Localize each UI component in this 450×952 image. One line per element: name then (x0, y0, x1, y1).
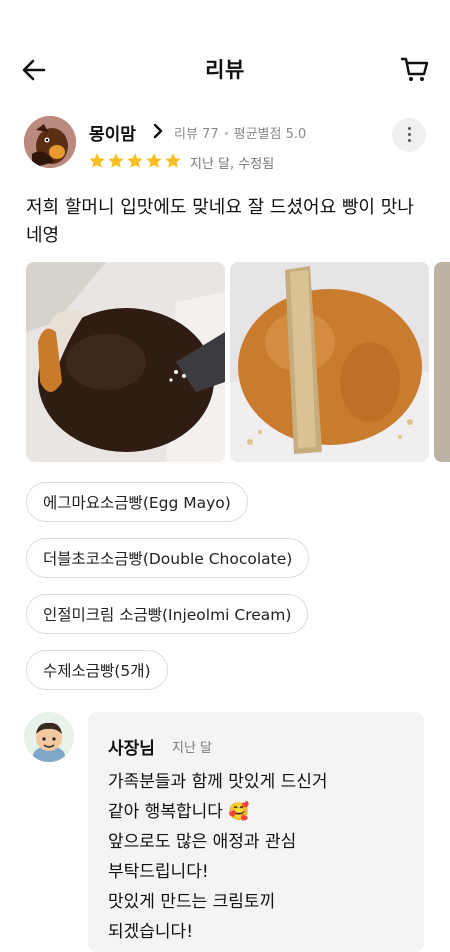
more-dot (408, 139, 411, 142)
star-rating (88, 152, 182, 170)
cart-icon[interactable] (400, 54, 430, 84)
owner-reply: 사장님 지난 달 가족분들과 함께 맛있게 드신거 같아 행복합니다 🥰 앞으로… (88, 712, 424, 952)
star-icon (89, 153, 105, 168)
user-meta: 리뷰 77 평균별점 5.0 (174, 123, 306, 142)
user-name[interactable]: 몽이맘 (89, 120, 136, 145)
menu-chip[interactable]: 에그마요소금빵(Egg Mayo) (26, 482, 248, 522)
separator-dot (224, 131, 228, 135)
star-icon (165, 153, 181, 168)
photo-carousel[interactable] (26, 262, 450, 462)
star-icon (146, 153, 162, 168)
menu-chip[interactable]: 인절미크림 소금빵(Injeolmi Cream) (26, 594, 309, 634)
owner-avatar (24, 712, 74, 762)
star-icon (127, 153, 143, 168)
more-options-button[interactable] (392, 118, 426, 152)
average-rating: 평균별점 5.0 (233, 127, 307, 142)
reply-date: 지난 달 (172, 741, 213, 756)
review-count: 리뷰 77 (174, 127, 219, 142)
menu-chip[interactable]: 수제소금빵(5개) (26, 650, 168, 690)
review-header: 몽이맘 리뷰 77 평균별점 5.0 지난 달, 수정됨 (24, 116, 426, 176)
chevron-right-icon[interactable] (151, 122, 165, 140)
review-text: 저희 할머니 입맛에도 맞네요 잘 드셨어요 빵이 맛나네영 (26, 197, 414, 246)
third-photo-partial[interactable] (434, 262, 450, 462)
chocolate-bread-photo[interactable] (26, 262, 225, 462)
top-bar: 리뷰 (0, 38, 450, 98)
owner-name: 사장님 (108, 739, 155, 759)
reply-text: 가족분들과 함께 맛있게 드신거 같아 행복합니다 🥰 앞으로도 많은 애정과 … (108, 772, 328, 942)
more-dot (408, 127, 411, 130)
injeolmi-bread-photo[interactable] (230, 262, 429, 462)
menu-chip[interactable]: 더블초코소금빵(Double Chocolate) (26, 538, 310, 578)
review-date: 지난 달, 수정됨 (190, 157, 275, 172)
star-icon (108, 153, 124, 168)
user-avatar[interactable] (24, 116, 76, 168)
page-title: 리뷰 (205, 58, 245, 82)
more-dot (408, 133, 411, 136)
